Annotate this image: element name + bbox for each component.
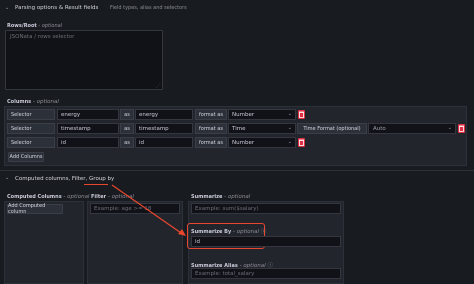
arrow-line	[111, 184, 185, 236]
annotation-arrow	[111, 184, 186, 236]
arrow-head	[178, 229, 186, 236]
